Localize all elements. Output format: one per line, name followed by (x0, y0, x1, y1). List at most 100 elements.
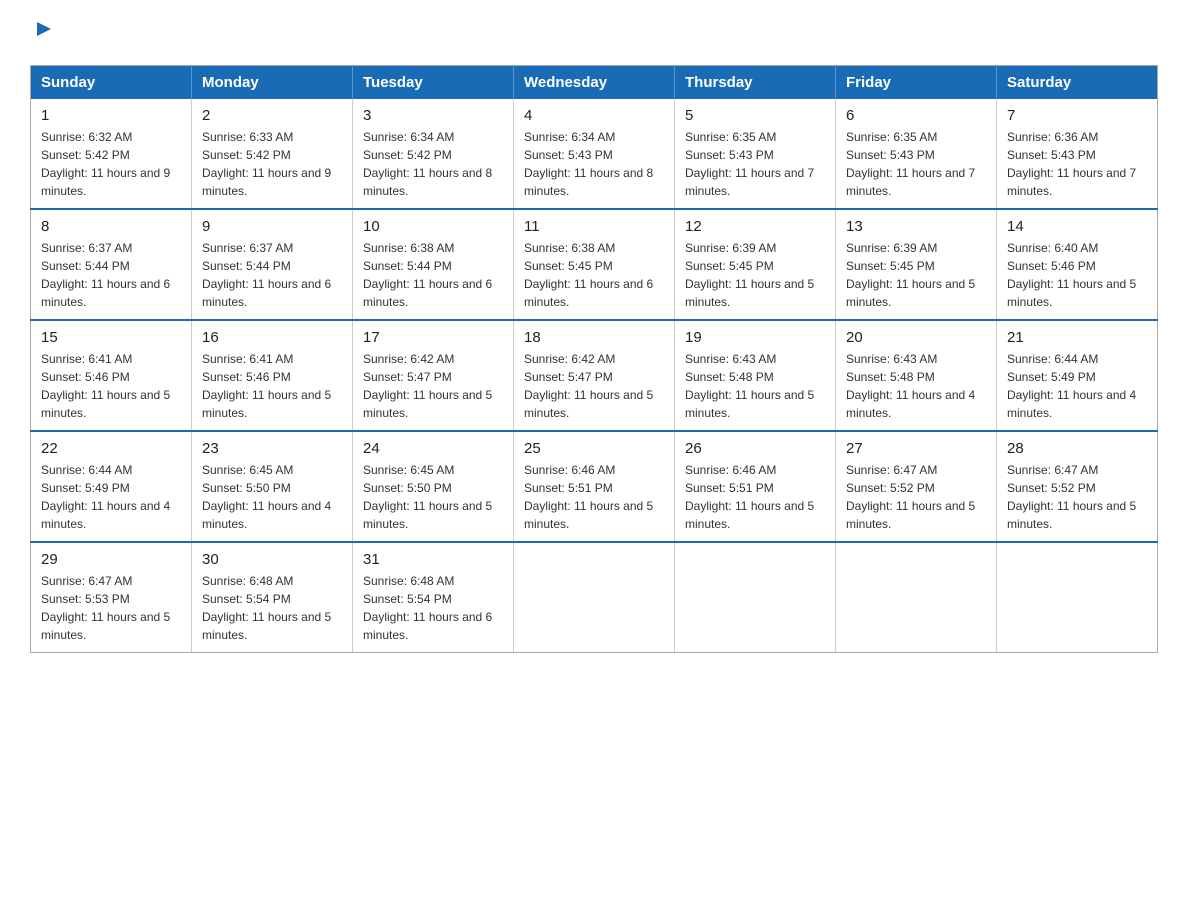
calendar-cell: 29 Sunrise: 6:47 AM Sunset: 5:53 PM Dayl… (31, 542, 192, 653)
calendar-cell: 1 Sunrise: 6:32 AM Sunset: 5:42 PM Dayli… (31, 99, 192, 209)
day-info: Sunrise: 6:47 AM Sunset: 5:52 PM Dayligh… (846, 461, 986, 533)
calendar-cell: 26 Sunrise: 6:46 AM Sunset: 5:51 PM Dayl… (675, 431, 836, 542)
calendar-cell (514, 542, 675, 653)
weekday-header-friday: Friday (836, 66, 997, 100)
day-info: Sunrise: 6:47 AM Sunset: 5:52 PM Dayligh… (1007, 461, 1147, 533)
calendar-week-row: 8 Sunrise: 6:37 AM Sunset: 5:44 PM Dayli… (31, 209, 1158, 320)
day-number: 22 (41, 440, 181, 457)
day-number: 8 (41, 218, 181, 235)
day-number: 26 (685, 440, 825, 457)
calendar-cell: 22 Sunrise: 6:44 AM Sunset: 5:49 PM Dayl… (31, 431, 192, 542)
day-info: Sunrise: 6:39 AM Sunset: 5:45 PM Dayligh… (685, 239, 825, 311)
calendar-cell (675, 542, 836, 653)
weekday-header-thursday: Thursday (675, 66, 836, 100)
day-info: Sunrise: 6:38 AM Sunset: 5:44 PM Dayligh… (363, 239, 503, 311)
calendar-week-row: 15 Sunrise: 6:41 AM Sunset: 5:46 PM Dayl… (31, 320, 1158, 431)
calendar-cell: 21 Sunrise: 6:44 AM Sunset: 5:49 PM Dayl… (997, 320, 1158, 431)
calendar-cell: 3 Sunrise: 6:34 AM Sunset: 5:42 PM Dayli… (353, 99, 514, 209)
day-info: Sunrise: 6:48 AM Sunset: 5:54 PM Dayligh… (363, 572, 503, 644)
calendar-cell: 14 Sunrise: 6:40 AM Sunset: 5:46 PM Dayl… (997, 209, 1158, 320)
day-info: Sunrise: 6:39 AM Sunset: 5:45 PM Dayligh… (846, 239, 986, 311)
calendar-cell: 10 Sunrise: 6:38 AM Sunset: 5:44 PM Dayl… (353, 209, 514, 320)
calendar-cell (997, 542, 1158, 653)
day-number: 19 (685, 329, 825, 346)
day-number: 2 (202, 107, 342, 124)
calendar-cell: 17 Sunrise: 6:42 AM Sunset: 5:47 PM Dayl… (353, 320, 514, 431)
day-info: Sunrise: 6:32 AM Sunset: 5:42 PM Dayligh… (41, 128, 181, 200)
day-info: Sunrise: 6:41 AM Sunset: 5:46 PM Dayligh… (41, 350, 181, 422)
day-number: 14 (1007, 218, 1147, 235)
calendar-cell: 8 Sunrise: 6:37 AM Sunset: 5:44 PM Dayli… (31, 209, 192, 320)
calendar-cell: 9 Sunrise: 6:37 AM Sunset: 5:44 PM Dayli… (192, 209, 353, 320)
day-info: Sunrise: 6:44 AM Sunset: 5:49 PM Dayligh… (1007, 350, 1147, 422)
day-number: 17 (363, 329, 503, 346)
day-info: Sunrise: 6:37 AM Sunset: 5:44 PM Dayligh… (41, 239, 181, 311)
calendar-week-row: 1 Sunrise: 6:32 AM Sunset: 5:42 PM Dayli… (31, 99, 1158, 209)
day-number: 20 (846, 329, 986, 346)
calendar-cell: 6 Sunrise: 6:35 AM Sunset: 5:43 PM Dayli… (836, 99, 997, 209)
day-number: 16 (202, 329, 342, 346)
calendar-cell: 24 Sunrise: 6:45 AM Sunset: 5:50 PM Dayl… (353, 431, 514, 542)
day-info: Sunrise: 6:44 AM Sunset: 5:49 PM Dayligh… (41, 461, 181, 533)
calendar-week-row: 29 Sunrise: 6:47 AM Sunset: 5:53 PM Dayl… (31, 542, 1158, 653)
day-number: 12 (685, 218, 825, 235)
calendar-cell: 23 Sunrise: 6:45 AM Sunset: 5:50 PM Dayl… (192, 431, 353, 542)
day-info: Sunrise: 6:43 AM Sunset: 5:48 PM Dayligh… (685, 350, 825, 422)
calendar-cell: 13 Sunrise: 6:39 AM Sunset: 5:45 PM Dayl… (836, 209, 997, 320)
day-number: 31 (363, 551, 503, 568)
day-number: 4 (524, 107, 664, 124)
day-number: 15 (41, 329, 181, 346)
day-info: Sunrise: 6:40 AM Sunset: 5:46 PM Dayligh… (1007, 239, 1147, 311)
weekday-header-sunday: Sunday (31, 66, 192, 100)
day-number: 11 (524, 218, 664, 235)
day-info: Sunrise: 6:46 AM Sunset: 5:51 PM Dayligh… (524, 461, 664, 533)
weekday-header-saturday: Saturday (997, 66, 1158, 100)
day-info: Sunrise: 6:48 AM Sunset: 5:54 PM Dayligh… (202, 572, 342, 644)
day-number: 28 (1007, 440, 1147, 457)
calendar-week-row: 22 Sunrise: 6:44 AM Sunset: 5:49 PM Dayl… (31, 431, 1158, 542)
calendar-cell: 31 Sunrise: 6:48 AM Sunset: 5:54 PM Dayl… (353, 542, 514, 653)
calendar-cell (836, 542, 997, 653)
weekday-header-wednesday: Wednesday (514, 66, 675, 100)
logo-arrow-icon (33, 18, 55, 45)
day-number: 1 (41, 107, 181, 124)
calendar-cell: 15 Sunrise: 6:41 AM Sunset: 5:46 PM Dayl… (31, 320, 192, 431)
day-number: 18 (524, 329, 664, 346)
calendar-cell: 28 Sunrise: 6:47 AM Sunset: 5:52 PM Dayl… (997, 431, 1158, 542)
page-header (30, 20, 1158, 47)
day-info: Sunrise: 6:45 AM Sunset: 5:50 PM Dayligh… (363, 461, 503, 533)
day-info: Sunrise: 6:46 AM Sunset: 5:51 PM Dayligh… (685, 461, 825, 533)
day-number: 23 (202, 440, 342, 457)
weekday-header-monday: Monday (192, 66, 353, 100)
day-number: 27 (846, 440, 986, 457)
calendar-cell: 30 Sunrise: 6:48 AM Sunset: 5:54 PM Dayl… (192, 542, 353, 653)
day-number: 21 (1007, 329, 1147, 346)
calendar-cell: 27 Sunrise: 6:47 AM Sunset: 5:52 PM Dayl… (836, 431, 997, 542)
day-info: Sunrise: 6:47 AM Sunset: 5:53 PM Dayligh… (41, 572, 181, 644)
calendar-cell: 19 Sunrise: 6:43 AM Sunset: 5:48 PM Dayl… (675, 320, 836, 431)
day-info: Sunrise: 6:45 AM Sunset: 5:50 PM Dayligh… (202, 461, 342, 533)
day-number: 29 (41, 551, 181, 568)
calendar-cell: 18 Sunrise: 6:42 AM Sunset: 5:47 PM Dayl… (514, 320, 675, 431)
day-number: 5 (685, 107, 825, 124)
day-number: 24 (363, 440, 503, 457)
day-number: 3 (363, 107, 503, 124)
day-number: 10 (363, 218, 503, 235)
day-info: Sunrise: 6:34 AM Sunset: 5:42 PM Dayligh… (363, 128, 503, 200)
day-info: Sunrise: 6:35 AM Sunset: 5:43 PM Dayligh… (846, 128, 986, 200)
day-number: 25 (524, 440, 664, 457)
day-info: Sunrise: 6:37 AM Sunset: 5:44 PM Dayligh… (202, 239, 342, 311)
day-info: Sunrise: 6:35 AM Sunset: 5:43 PM Dayligh… (685, 128, 825, 200)
weekday-header-tuesday: Tuesday (353, 66, 514, 100)
calendar-cell: 11 Sunrise: 6:38 AM Sunset: 5:45 PM Dayl… (514, 209, 675, 320)
day-number: 9 (202, 218, 342, 235)
day-number: 13 (846, 218, 986, 235)
day-info: Sunrise: 6:38 AM Sunset: 5:45 PM Dayligh… (524, 239, 664, 311)
day-info: Sunrise: 6:36 AM Sunset: 5:43 PM Dayligh… (1007, 128, 1147, 200)
logo (30, 20, 55, 47)
calendar-cell: 25 Sunrise: 6:46 AM Sunset: 5:51 PM Dayl… (514, 431, 675, 542)
calendar-cell: 5 Sunrise: 6:35 AM Sunset: 5:43 PM Dayli… (675, 99, 836, 209)
day-number: 30 (202, 551, 342, 568)
day-number: 7 (1007, 107, 1147, 124)
day-info: Sunrise: 6:41 AM Sunset: 5:46 PM Dayligh… (202, 350, 342, 422)
